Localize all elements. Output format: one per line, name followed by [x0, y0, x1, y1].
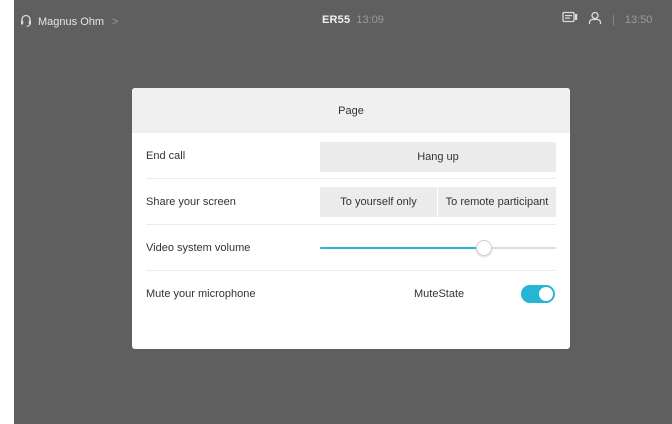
- panel-title: Page: [338, 104, 364, 117]
- chevron-right-icon: >: [112, 16, 119, 28]
- system-name: ER55: [322, 14, 351, 26]
- panel-header: Page: [132, 88, 570, 133]
- screen-share-icon[interactable]: [562, 11, 578, 28]
- mute-state-text: MuteState: [414, 288, 465, 300]
- mute-toggle[interactable]: [521, 285, 555, 303]
- mute-row: Mute your microphone MuteState: [132, 271, 570, 317]
- share-screen-row: Share your screen To yourself only To re…: [132, 179, 570, 225]
- caller-name: Magnus Ohm: [38, 16, 105, 28]
- volume-row: Video system volume: [132, 225, 570, 271]
- system-status: ER55 13:09: [322, 14, 384, 26]
- clock: 13:50: [624, 13, 653, 26]
- slider-fill: [320, 247, 483, 249]
- video-screen: Magnus Ohm > ER55 13:09 | 13:50 Page End…: [14, 0, 672, 424]
- end-call-row: End call Hang up: [132, 133, 570, 179]
- mute-label: Mute your microphone: [146, 288, 256, 300]
- caller-info[interactable]: Magnus Ohm >: [20, 14, 118, 30]
- page-panel: Page End call Hang up Share your screen …: [132, 88, 570, 349]
- share-to-yourself-button[interactable]: To yourself only: [320, 187, 437, 217]
- hang-up-button[interactable]: Hang up: [320, 142, 556, 172]
- headset-icon: [20, 14, 32, 30]
- separator: |: [612, 13, 615, 26]
- top-bar: Magnus Ohm > ER55 13:09 | 13:50: [14, 0, 672, 40]
- volume-label: Video system volume: [146, 242, 251, 254]
- top-bar-actions: | 13:50: [562, 11, 652, 28]
- toggle-knob: [539, 287, 553, 301]
- user-icon[interactable]: [588, 11, 602, 28]
- volume-slider[interactable]: [320, 225, 556, 271]
- share-to-remote-button[interactable]: To remote participant: [438, 187, 556, 217]
- call-time: 13:09: [356, 14, 384, 26]
- end-call-label: End call: [146, 150, 186, 162]
- share-screen-label: Share your screen: [146, 196, 236, 208]
- slider-thumb[interactable]: [475, 240, 492, 256]
